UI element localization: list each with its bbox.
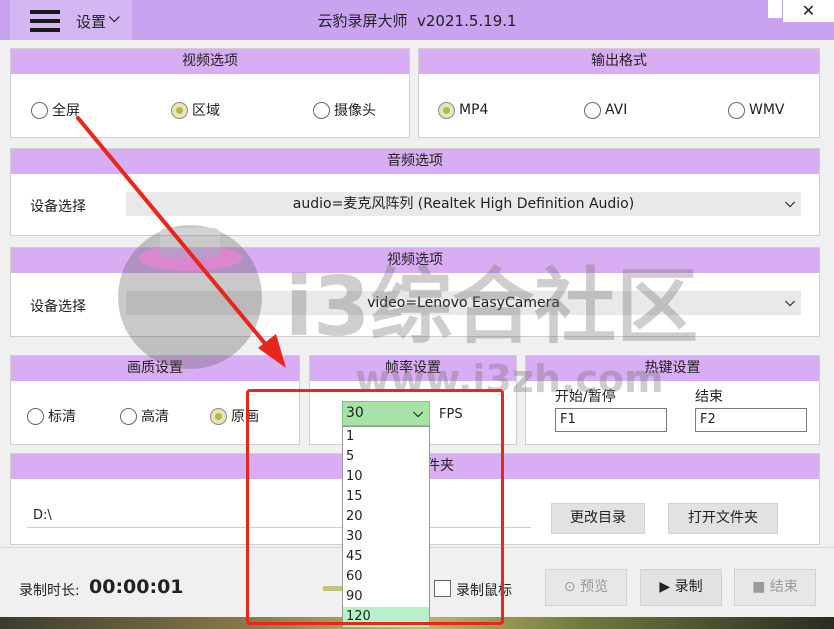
annotation-arrow bbox=[76, 116, 286, 368]
